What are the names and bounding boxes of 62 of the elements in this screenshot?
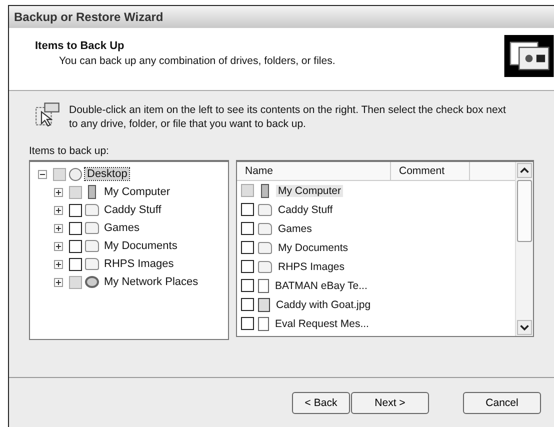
checkbox[interactable] [241, 241, 254, 254]
tree-item[interactable]: RHPS Images [102, 258, 176, 270]
scrollbar[interactable] [515, 162, 533, 336]
checkbox[interactable] [69, 222, 82, 234]
tree-item[interactable]: My Network Places [102, 276, 200, 288]
step-title: Items to Back Up [35, 40, 126, 52]
wizard-button[interactable]: < Back [292, 392, 350, 414]
scroll-thumb[interactable] [517, 180, 532, 242]
checkbox[interactable] [241, 222, 254, 235]
tree-item[interactable]: My Documents [102, 240, 180, 252]
file-list-item[interactable]: Caddy Stuff [276, 204, 335, 216]
folder-icon [258, 260, 272, 272]
folder-icon [258, 222, 272, 234]
column-header[interactable]: Name [237, 162, 391, 180]
expand-icon[interactable] [54, 188, 63, 196]
expand-icon[interactable] [54, 224, 63, 232]
tree-item[interactable]: Desktop [85, 168, 130, 180]
file-list-item[interactable]: Games [276, 222, 314, 234]
checkbox[interactable] [241, 260, 254, 273]
expand-icon[interactable] [54, 260, 63, 268]
file-list-item[interactable]: Caddy with Goat.jpg [274, 298, 373, 310]
tree-item[interactable]: Caddy Stuff [102, 204, 164, 216]
checkbox[interactable] [53, 168, 66, 180]
tree-item[interactable]: Games [102, 222, 142, 234]
checkbox[interactable] [241, 298, 254, 311]
tree-label: Items to back up: [29, 145, 110, 157]
checkbox[interactable] [241, 184, 254, 197]
file-list-item[interactable]: RHPS Images [276, 260, 347, 272]
wizard-button[interactable]: Cancel [463, 392, 541, 414]
step-subtitle: You can back up any combination of drives, folders, or files. [58, 55, 336, 67]
file-list-item[interactable]: BATMAN eBay Te... [273, 280, 370, 292]
folder-icon [85, 258, 99, 270]
pointer-icon [35, 101, 61, 127]
checkbox[interactable] [69, 276, 82, 288]
tree-item[interactable]: My Computer [102, 186, 172, 198]
checkbox[interactable] [241, 203, 254, 216]
folder-icon [85, 240, 99, 252]
checkbox[interactable] [69, 186, 82, 198]
collapse-icon[interactable] [38, 170, 47, 178]
column-header[interactable]: Comment [391, 162, 470, 180]
scroll-up-icon[interactable] [517, 163, 532, 178]
checkbox[interactable] [241, 317, 254, 330]
wizard-button[interactable]: Next > [351, 392, 429, 414]
document-icon [258, 278, 269, 292]
checkbox[interactable] [69, 240, 82, 252]
checkbox[interactable] [69, 258, 82, 270]
expand-icon[interactable] [54, 278, 63, 286]
file-list-item[interactable]: My Documents [276, 242, 350, 254]
expand-icon[interactable] [54, 242, 63, 250]
file-list-item[interactable]: My Computer [276, 184, 344, 196]
folder-icon [258, 204, 272, 216]
folder-icon [85, 222, 99, 234]
scroll-down-icon[interactable] [517, 320, 532, 335]
window-title: Backup or Restore Wizard [14, 10, 164, 24]
folder-icon [85, 204, 99, 216]
document-icon [258, 316, 269, 330]
checkbox[interactable] [69, 204, 82, 216]
file-list-item[interactable]: Eval Request Mes... [273, 318, 371, 330]
expand-icon[interactable] [54, 206, 63, 214]
instruction-text: Double-click an item on the left to see its contents on the right. Then select the check box next to any drive, folder, or file that you want to back up. [69, 103, 507, 131]
folder-icon [258, 242, 272, 254]
checkbox[interactable] [241, 279, 254, 292]
